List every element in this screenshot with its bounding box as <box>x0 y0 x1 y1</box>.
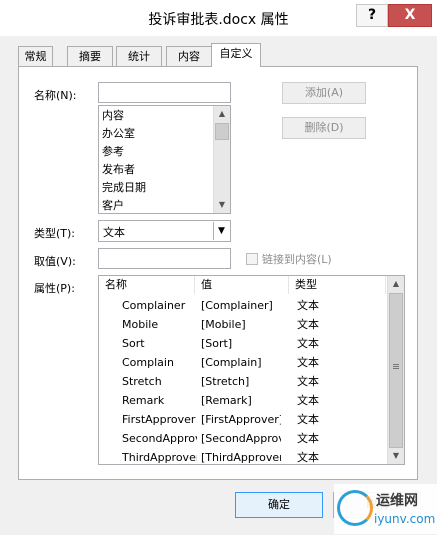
property-type: 文本 <box>297 413 319 426</box>
delete-button[interactable]: 删除(D) <box>282 117 366 139</box>
watermark-text-bottom: iyunv.com <box>374 512 436 526</box>
list-item[interactable]: 完成日期 <box>102 179 146 197</box>
table-row[interactable]: Remark [Remark] 文本 <box>99 391 386 410</box>
table-row[interactable]: Mobile [Mobile] 文本 <box>99 315 386 334</box>
value-label: 取值(V): <box>34 255 76 268</box>
scroll-thumb[interactable] <box>389 293 403 448</box>
property-type: 文本 <box>297 432 319 445</box>
property-value: [Stretch] <box>201 375 250 388</box>
property-value: [Complain] <box>201 356 262 369</box>
add-button[interactable]: 添加(A) <box>282 82 366 104</box>
properties-dialog: 投诉审批表.docx 属性 ? X 常规 摘要 统计 内容 自定义 名称(N):… <box>0 0 437 535</box>
list-item[interactable]: 参考 <box>102 143 124 161</box>
chevron-down-icon[interactable]: ▼ <box>213 222 229 240</box>
name-input[interactable] <box>98 82 231 103</box>
property-type: 文本 <box>297 394 319 407</box>
property-value: [Sort] <box>201 337 233 350</box>
scroll-down-icon[interactable]: ▼ <box>388 448 404 464</box>
property-type: 文本 <box>297 318 319 331</box>
properties-scrollbar[interactable]: ▲ ▼ <box>387 276 404 464</box>
property-type: 文本 <box>297 375 319 388</box>
property-value: [Remark] <box>201 394 252 407</box>
ok-button[interactable]: 确定 <box>235 492 323 518</box>
property-type: 文本 <box>297 356 319 369</box>
property-value: [Mobile] <box>201 318 246 331</box>
watermark-text-top: 运维网 <box>376 493 418 509</box>
property-value: [FirstApprover] <box>201 413 281 426</box>
tab-statistics[interactable]: 统计 <box>116 46 162 66</box>
list-item[interactable]: 发布者 <box>102 161 135 179</box>
scroll-down-icon[interactable]: ▼ <box>214 197 230 213</box>
table-row[interactable]: Complain [Complain] 文本 <box>99 353 386 372</box>
list-item[interactable]: 客户 <box>102 197 124 213</box>
table-row[interactable]: Stretch [Stretch] 文本 <box>99 372 386 391</box>
table-row[interactable]: Sort [Sort] 文本 <box>99 334 386 353</box>
property-name: FirstApprover <box>122 413 196 426</box>
tab-general[interactable]: 常规 <box>18 46 53 66</box>
type-value: 文本 <box>103 226 125 239</box>
property-name: Complain <box>122 356 174 369</box>
table-row[interactable]: SecondApprover [SecondApprover] 文本 <box>99 429 386 448</box>
property-value: [ThirdApprover] <box>201 451 281 464</box>
table-row[interactable]: FirstApprover [FirstApprover] 文本 <box>99 410 386 429</box>
property-type: 文本 <box>297 451 319 464</box>
name-suggestion-list[interactable]: 内容 办公室 参考 发布者 完成日期 客户 ▲ ▼ <box>98 105 231 214</box>
name-label: 名称(N): <box>34 89 77 102</box>
list-item[interactable]: 办公室 <box>102 125 135 143</box>
link-to-content-checkbox[interactable] <box>246 253 258 265</box>
property-name: SecondApprover <box>122 432 197 445</box>
table-row[interactable]: ThirdApprover [ThirdApprover] 文本 <box>99 448 386 464</box>
property-name: ThirdApprover <box>122 451 197 464</box>
scroll-up-icon[interactable]: ▲ <box>388 276 404 292</box>
scroll-thumb[interactable] <box>215 123 229 140</box>
value-input[interactable] <box>98 248 231 269</box>
name-list-scrollbar[interactable]: ▲ ▼ <box>213 106 230 213</box>
property-value: [Complainer] <box>201 299 273 312</box>
property-name: Complainer <box>122 299 186 312</box>
property-name: Sort <box>122 337 145 350</box>
column-header-value[interactable]: 值 <box>195 276 289 294</box>
property-name: Mobile <box>122 318 159 331</box>
title-bar: 投诉审批表.docx 属性 ? X <box>0 0 437 36</box>
watermark-logo: 运维网 iyunv.com <box>334 484 437 534</box>
properties-label: 属性(P): <box>34 282 75 295</box>
properties-list[interactable]: 名称 值 类型 Complainer [Complainer] 文本 Mobil… <box>98 275 405 465</box>
type-label: 类型(T): <box>34 227 76 240</box>
column-header-type[interactable]: 类型 <box>289 276 386 294</box>
property-value: [SecondApprover] <box>201 432 281 445</box>
help-button[interactable]: ? <box>356 4 388 27</box>
watermark-ring-icon <box>337 490 373 526</box>
close-button[interactable]: X <box>388 4 432 27</box>
column-header-name[interactable]: 名称 <box>99 276 195 294</box>
table-row[interactable]: Complainer [Complainer] 文本 <box>99 296 386 315</box>
property-type: 文本 <box>297 299 319 312</box>
tab-custom[interactable]: 自定义 <box>211 43 261 67</box>
scroll-up-icon[interactable]: ▲ <box>214 106 230 122</box>
tab-summary[interactable]: 摘要 <box>67 46 113 66</box>
property-name: Remark <box>122 394 165 407</box>
grip-icon <box>393 364 399 365</box>
list-item[interactable]: 内容 <box>102 107 124 125</box>
type-dropdown[interactable]: 文本 ▼ <box>98 220 231 242</box>
property-type: 文本 <box>297 337 319 350</box>
property-name: Stretch <box>122 375 162 388</box>
link-to-content-label: 链接到内容(L) <box>262 253 332 266</box>
tab-contents[interactable]: 内容 <box>166 46 212 66</box>
